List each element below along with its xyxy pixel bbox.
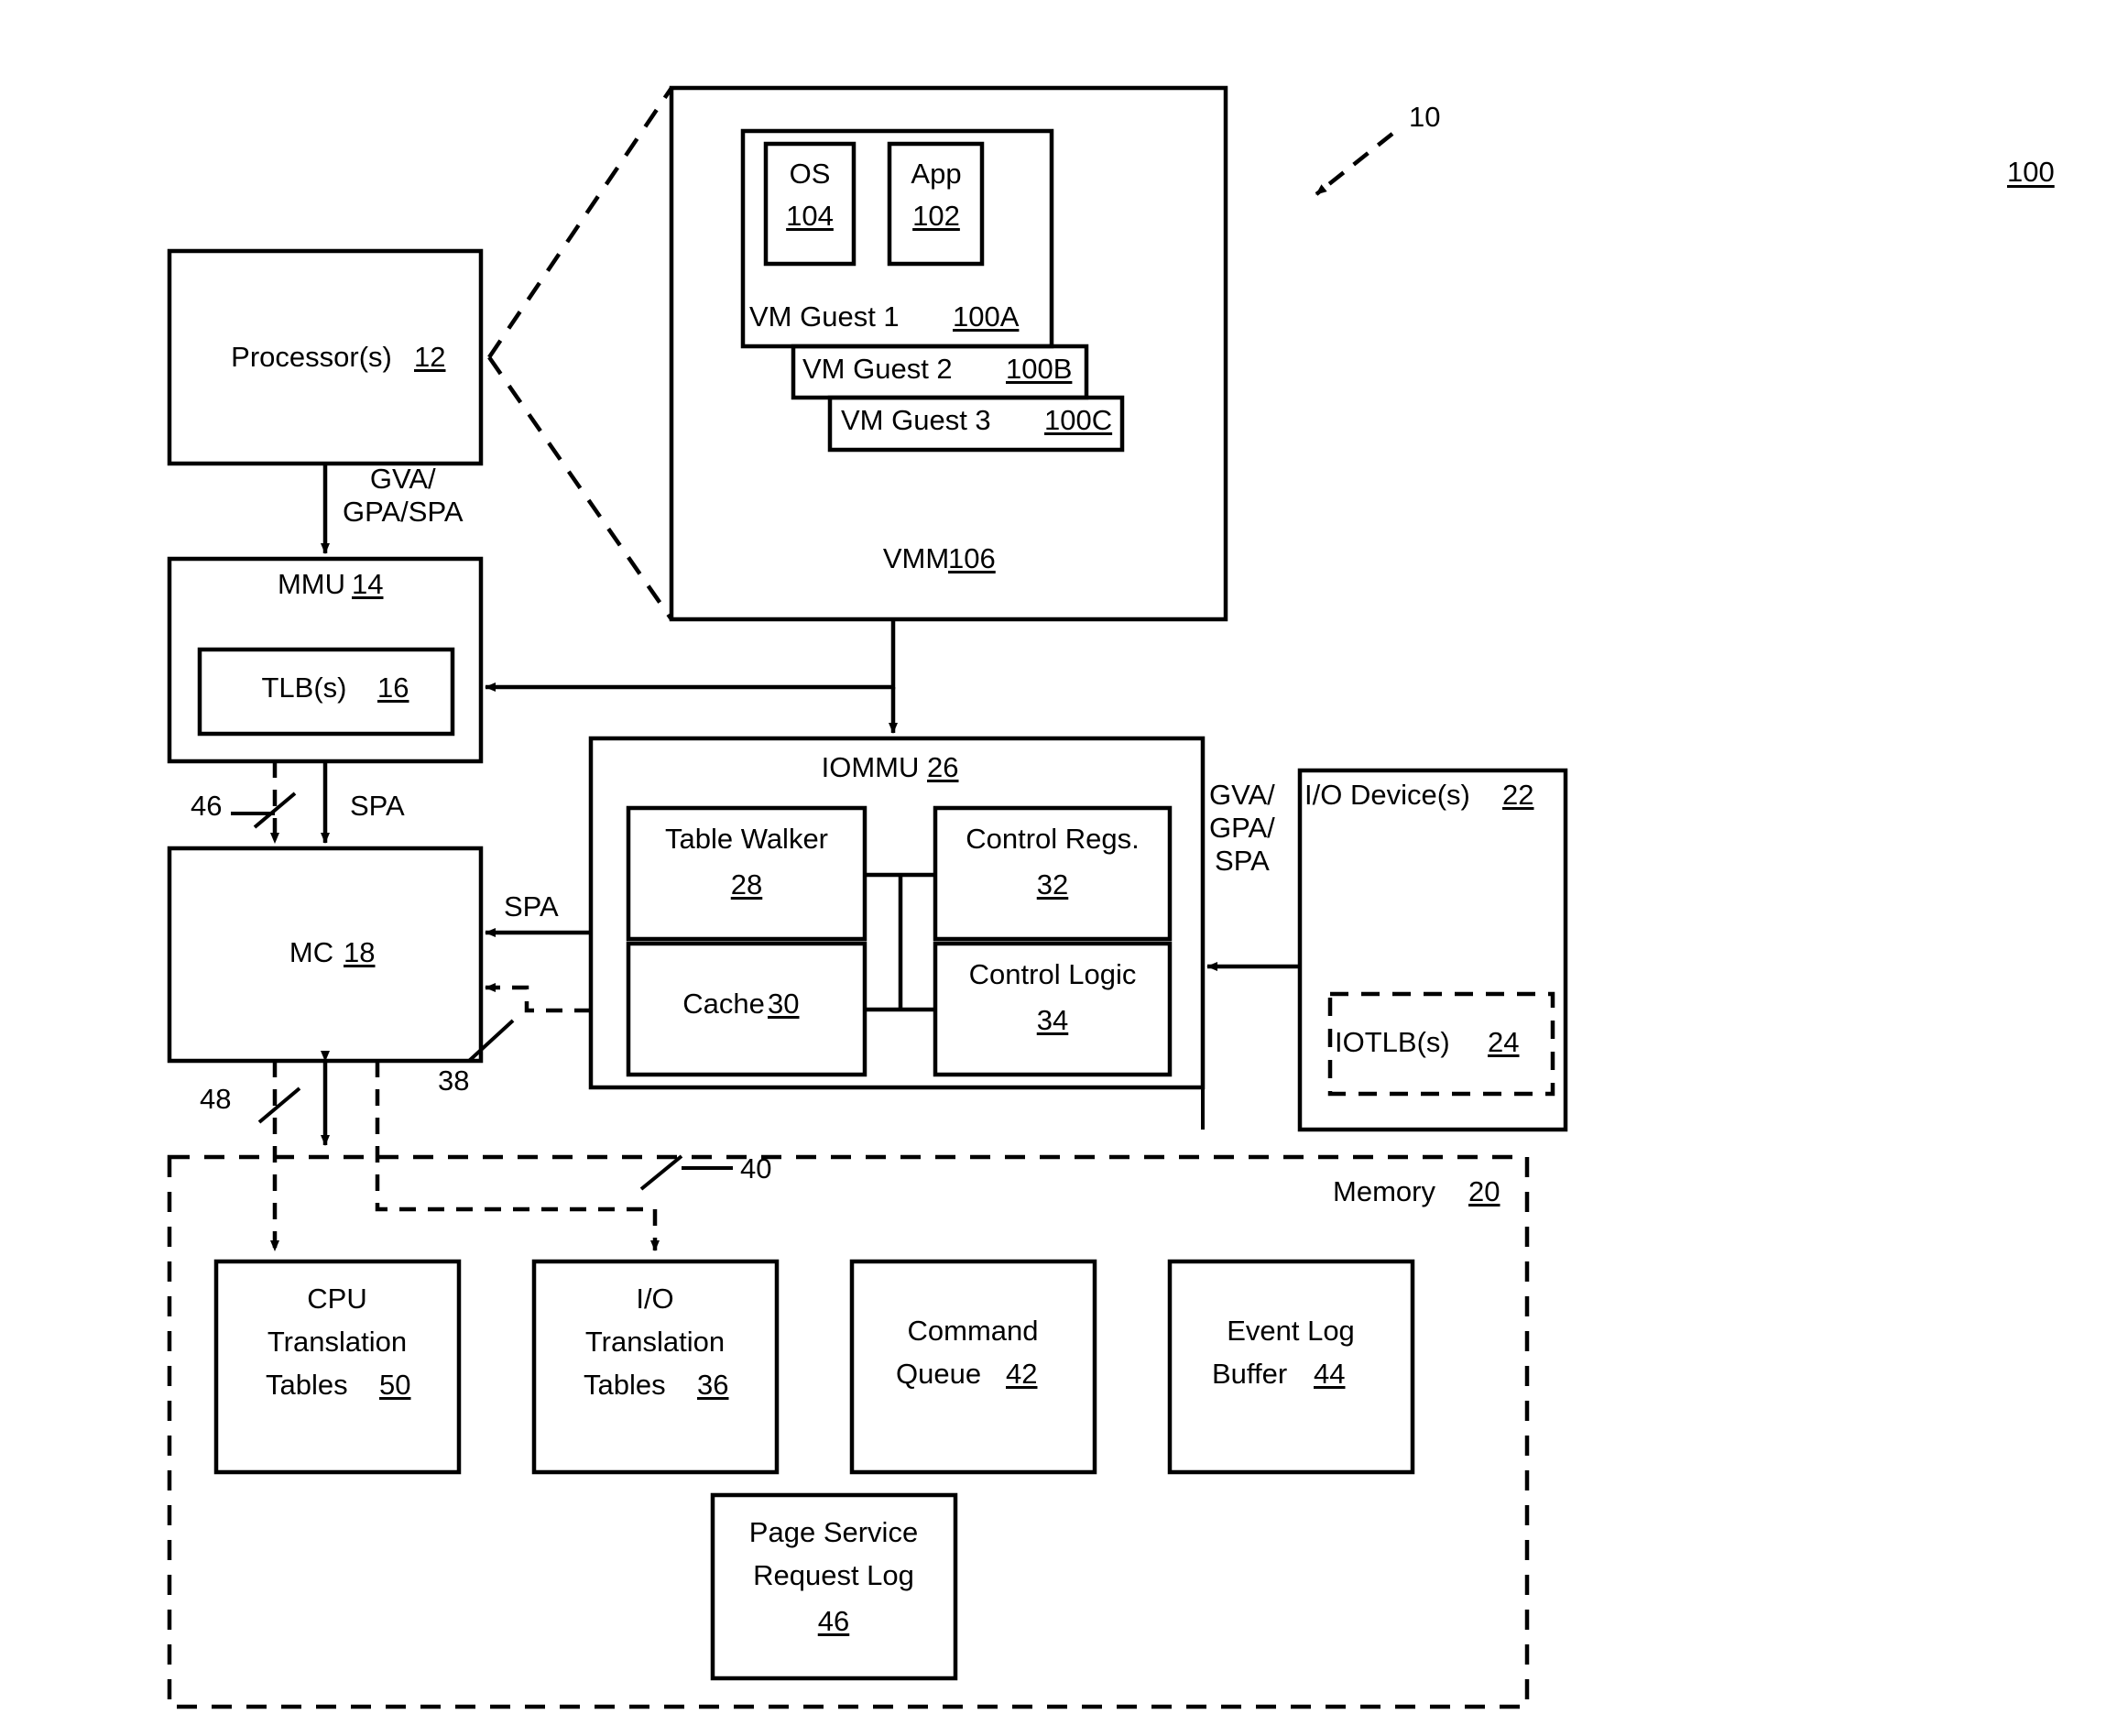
event-log-buffer-line1: Event Log [1227, 1315, 1355, 1347]
cpu-translation-tables-line1: CPU [307, 1283, 367, 1315]
tlb-label: TLB(s) [261, 671, 347, 704]
app-box-label: App [911, 158, 962, 190]
edge-label-spa-iommu-mc: SPA [504, 890, 559, 923]
table-walker-number: 28 [730, 868, 763, 901]
vmm-panel-title: VMM [882, 542, 950, 574]
iotlb-label: IOTLB(s) [1335, 1026, 1450, 1058]
reference-46: 46 [191, 790, 223, 822]
cpu-translation-tables-line2: Translation [267, 1326, 408, 1358]
reference-48: 48 [200, 1083, 232, 1115]
vm-guest-3-number: 100C [1044, 404, 1113, 436]
edge-vmm-to-tlb [485, 619, 896, 692]
control-logic-label: Control Logic [968, 958, 1137, 990]
mc-number: 18 [344, 936, 376, 968]
vmm-panel-number: 106 [948, 542, 996, 574]
memory-title: Memory [1333, 1175, 1435, 1207]
vm-guest-2-number: 100B [1006, 353, 1073, 385]
page-service-request-log-number: 46 [817, 1605, 850, 1637]
memory-number: 20 [1468, 1175, 1500, 1207]
cpu-translation-tables-line3: Tables [266, 1369, 348, 1401]
vm-guest-2-label: VM Guest 2 [802, 353, 953, 385]
cache-label: Cache [682, 988, 765, 1020]
iommu-border [588, 736, 1206, 1090]
system-reference-10: 10 [1409, 101, 1441, 133]
command-queue-line1: Command [907, 1315, 1039, 1347]
ref-38-edge [485, 983, 591, 1013]
iommu-title: IOMMU [821, 751, 920, 783]
page-service-request-log-line1: Page Service [748, 1516, 919, 1548]
cache-number: 30 [768, 988, 800, 1020]
io-device-border [1297, 768, 1568, 1132]
os-box-label: OS [789, 158, 831, 190]
edge-label-gva-gpa-spa: GVA/ GPA/SPA [343, 463, 464, 528]
io-translation-tables-number: 36 [697, 1369, 729, 1401]
patent-figure: 100 10 OS 104 App 102 VM Guest 1 100A VM… [0, 0, 2106, 1736]
page-service-request-log-line2: Request Log [753, 1559, 914, 1591]
tlb-number: 16 [377, 671, 409, 704]
cpu-translation-tables-number: 50 [379, 1369, 411, 1401]
edge-label-io-gva-gpa-spa: GVA/ GPA/ SPA [1209, 779, 1275, 877]
callout-line-bottom [487, 355, 673, 621]
io-device-label: I/O Device(s) [1304, 779, 1470, 811]
app-box-number: 102 [912, 200, 960, 232]
control-logic-number: 34 [1036, 1004, 1069, 1036]
ref-48-tick [257, 1086, 301, 1124]
io-device-number: 22 [1502, 779, 1534, 811]
command-queue-line2: Queue [896, 1358, 982, 1390]
ref-10-leader [1315, 132, 1394, 196]
reference-38: 38 [438, 1065, 470, 1097]
event-log-buffer-border [1167, 1259, 1415, 1475]
io-translation-tables-line3: Tables [584, 1369, 666, 1401]
figure-reference-100: 100 [2007, 156, 2055, 188]
mmu-label: MMU [277, 568, 346, 600]
processor-number: 12 [414, 341, 446, 373]
ref-38-tick [467, 1019, 515, 1063]
reference-40: 40 [740, 1152, 772, 1185]
io-translation-tables-line1: I/O [636, 1283, 674, 1315]
mc-label: MC [289, 936, 334, 968]
event-log-buffer-number: 44 [1314, 1358, 1346, 1390]
vm-guest-1-label: VM Guest 1 [749, 300, 900, 333]
io-translation-tables-line2: Translation [584, 1326, 726, 1358]
iommu-number: 26 [927, 751, 959, 783]
processor-label: Processor(s) [231, 341, 392, 373]
iotlb-number: 24 [1488, 1026, 1520, 1058]
control-regs-number: 32 [1036, 868, 1069, 901]
vm-guest-1-number: 100A [953, 300, 1020, 333]
event-log-buffer-line2: Buffer [1212, 1358, 1288, 1390]
edge-label-spa-mmu-mc: SPA [350, 790, 405, 822]
callout-line-top [487, 86, 673, 359]
ref-40-tick [639, 1154, 683, 1191]
mmu-number: 14 [352, 568, 384, 600]
control-regs-label: Control Regs. [966, 823, 1140, 855]
os-box-number: 104 [786, 200, 834, 232]
command-queue-number: 42 [1006, 1358, 1038, 1390]
table-walker-label: Table Walker [664, 823, 829, 855]
vm-guest-3-label: VM Guest 3 [841, 404, 991, 436]
